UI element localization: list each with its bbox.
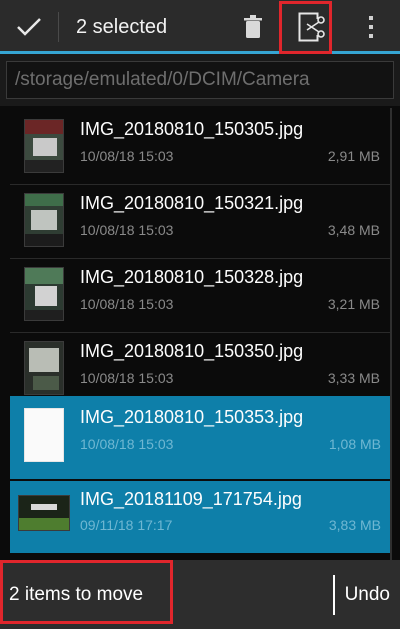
list-item[interactable]: IMG_20180810_150328.jpg 10/08/18 15:03 3… (10, 256, 390, 333)
thumbnail-image (18, 495, 70, 531)
file-date: 10/08/18 15:03 (80, 296, 174, 312)
list-item[interactable]: IMG_20180810_150321.jpg 10/08/18 15:03 3… (10, 182, 390, 259)
path-field[interactable]: /storage/emulated/0/DCIM/Camera (6, 61, 394, 99)
file-date: 09/11/18 17:17 (80, 517, 173, 533)
file-name: IMG_20180810_150321.jpg (80, 193, 304, 213)
file-size: 3,48 MB (327, 222, 380, 238)
list-item-selected[interactable]: IMG_20180810_150353.jpg 10/08/18 15:03 1… (10, 396, 391, 479)
overflow-menu-button[interactable] (342, 2, 400, 53)
file-list: IMG_20180810_150305.jpg 10/08/18 15:03 2… (0, 108, 400, 560)
done-button[interactable] (0, 2, 58, 53)
thumbnail-image (24, 408, 64, 462)
scrollbar[interactable] (390, 108, 392, 560)
action-bar: 2 selected (0, 0, 400, 54)
file-size: 3,21 MB (327, 296, 380, 312)
file-name: IMG_20180810_150328.jpg (80, 267, 304, 287)
selection-count: 2 selected (76, 15, 168, 38)
file-size: 3,33 MB (327, 370, 380, 386)
file-size: 2,91 MB (327, 148, 380, 164)
path-bar: /storage/emulated/0/DCIM/Camera (0, 54, 400, 106)
file-name: IMG_20180810_150353.jpg (80, 407, 304, 427)
file-size: 1,08 MB (328, 436, 381, 452)
cut-button-highlight (279, 1, 332, 54)
file-size: 3,83 MB (328, 517, 381, 533)
snackbar-divider (332, 574, 335, 615)
list-item-selected[interactable]: IMG_20181109_171754.jpg 09/11/18 17:17 3… (10, 481, 391, 553)
thumbnail-image (24, 341, 64, 395)
file-date: 10/08/18 15:03 (80, 222, 174, 238)
thumbnail-image (24, 193, 64, 247)
overflow-menu-icon (369, 16, 373, 38)
trash-icon (244, 15, 262, 38)
check-icon (17, 18, 41, 36)
snackbar-message-highlight (0, 560, 173, 624)
file-name: IMG_20180810_150350.jpg (80, 341, 304, 361)
file-name: IMG_20180810_150305.jpg (80, 119, 304, 139)
file-date: 10/08/18 15:03 (80, 148, 174, 164)
thumbnail-image (24, 267, 64, 321)
file-date: 10/08/18 15:03 (80, 370, 174, 386)
undo-button[interactable]: Undo (345, 584, 400, 606)
file-date: 10/08/18 15:03 (80, 436, 174, 452)
list-item[interactable]: IMG_20180810_150305.jpg 10/08/18 15:03 2… (10, 108, 390, 185)
delete-button[interactable] (224, 2, 282, 53)
thumbnail-image (24, 119, 64, 173)
file-name: IMG_20181109_171754.jpg (80, 489, 302, 509)
